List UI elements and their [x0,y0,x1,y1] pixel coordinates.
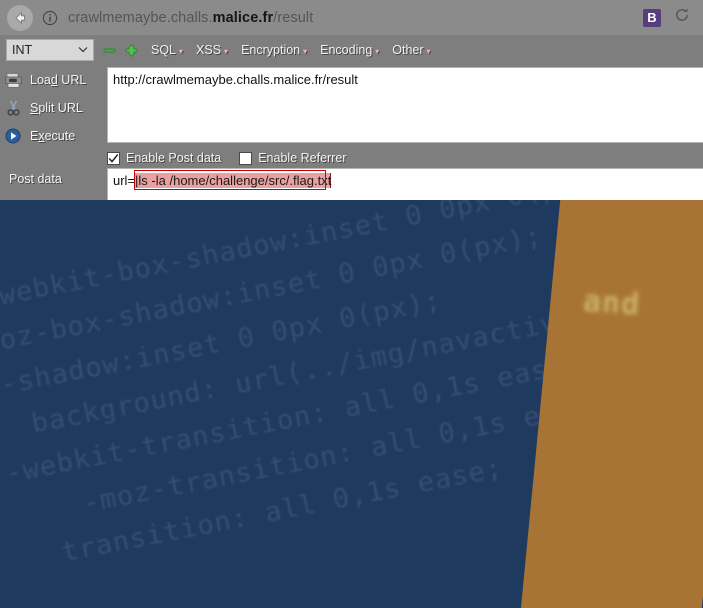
menu-sql[interactable]: SQL ▾ [151,43,183,57]
reload-icon [673,6,691,29]
menu-other-label: Other [392,43,424,57]
encoding-type-value: INT [12,43,33,57]
checkbox-checked-icon [107,151,120,165]
back-arrow-icon [12,10,28,26]
bg-code-line: -moz-transition: all 0,1s ease; [80,386,612,520]
url-prefix: crawlmemaybe.challs. [68,9,213,26]
enable-referrer-checkbox[interactable]: Enable Referrer [239,151,346,165]
load-url-button[interactable]: Load URL [0,67,105,93]
chevron-down-icon: ▾ [375,47,380,56]
post-data-prefix: url= [113,173,136,188]
split-url-button[interactable]: Split URL [0,95,105,121]
menu-xss-label: XSS [196,43,222,57]
plus-icon[interactable] [125,43,138,57]
url-path: /result [273,9,314,26]
encoding-type-select[interactable]: INT [6,39,94,61]
background-code-art: -webkit-box-shadow:inset 0 0px 0(px); -m… [0,200,703,608]
post-data-input[interactable]: url=|ls -la /home/challenge/src/.flag.tx… [107,168,703,203]
browser-url-bar: crawlmemaybe.challs.malice.fr/result B [0,0,703,35]
bg-code-line: transition: all 0,1s ease; [59,452,506,569]
tan-panel-glyph: and [581,283,642,323]
split-url-icon [0,100,26,116]
execute-button[interactable]: Execute [0,123,105,149]
bg-code-line: -moz-box-shadow:inset 0 0px 0(px); [0,220,545,363]
reload-button[interactable] [671,7,693,29]
chevron-down-icon: ▾ [426,47,431,56]
menu-encryption[interactable]: Encryption ▾ [241,43,307,57]
chevron-down-icon: ▾ [303,47,308,56]
post-data-label: Post data [9,172,62,186]
decorative-tan-panel [518,200,703,608]
chevron-down-icon: ▾ [224,47,229,56]
execute-label: Execute [30,129,76,143]
checkbox-unchecked-icon [239,151,253,165]
enable-post-data-checkbox[interactable]: Enable Post data [107,151,221,165]
bootstrap-extension-icon[interactable]: B [643,8,661,27]
url-domain: malice.fr [212,9,274,26]
menu-encoding-label: Encoding [320,43,373,57]
load-url-label: Load URL [30,73,87,87]
page-viewport: -webkit-box-shadow:inset 0 0px 0(px); -m… [0,200,703,608]
back-button[interactable] [7,4,33,31]
menu-other[interactable]: Other ▾ [392,43,430,57]
menu-encoding[interactable]: Encoding ▾ [320,43,379,57]
site-info-icon[interactable] [41,9,59,27]
load-url-icon [0,72,26,88]
menu-xss[interactable]: XSS ▾ [196,43,228,57]
hackbar-toolbar: INT SQL ▾ XSS ▾ Encryption ▾ Encoding ▾ … [0,35,703,65]
menu-sql-label: SQL [151,43,177,57]
bg-code-line: background: url(../img/navactive.png) [28,287,662,440]
enable-referrer-label: Enable Referrer [258,151,347,165]
menu-encryption-label: Encryption [241,43,301,57]
bg-code-line: -webkit-box-shadow:inset 0 0px 0(px); [0,200,612,315]
split-url-label: Split URL [30,101,83,115]
enable-post-data-label: Enable Post data [126,151,222,165]
post-data-payload: |ls -la /home/challenge/src/.flag.txt [135,173,332,188]
bg-code-line: box-shadow:inset 0 0px 0(px); [0,284,445,411]
url-display[interactable]: crawlmemaybe.challs.malice.fr/result [68,10,643,26]
chevron-down-icon [78,45,88,55]
bg-code-line: -webkit-transition: all 0,1s ease; [2,347,585,490]
hackbar-panel: Load URL Split URL Execute http://crawlm… [0,65,703,203]
screenshot-root: crawlmemaybe.challs.malice.fr/result B I… [0,0,703,608]
minus-icon[interactable] [103,44,116,57]
chevron-down-icon: ▾ [179,47,184,56]
url-input[interactable]: http://crawlmemaybe.challs.malice.fr/res… [107,67,703,143]
hackbar-options-row: Enable Post data Enable Referrer [107,148,364,168]
execute-icon [0,128,26,144]
